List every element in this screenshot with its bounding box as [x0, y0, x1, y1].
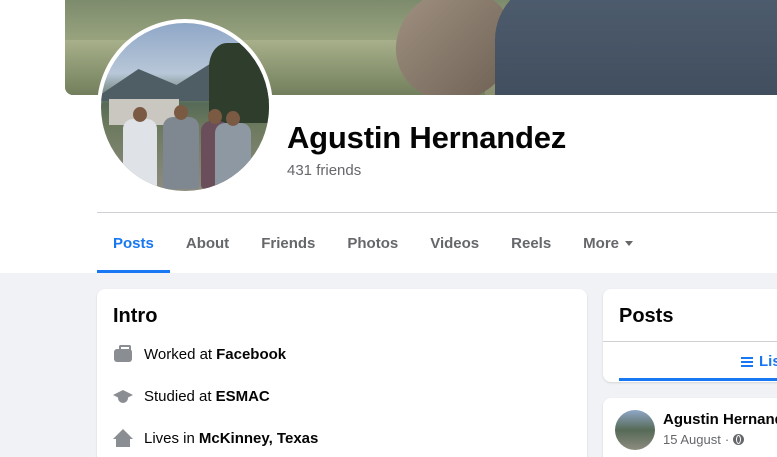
intro-work: Worked at Facebook	[113, 343, 286, 365]
intro-card: Intro Worked at Facebook Studied at ESMA…	[97, 289, 587, 457]
list-icon	[741, 356, 753, 367]
graduation-cap-icon	[113, 386, 133, 406]
profile-picture[interactable]	[97, 19, 273, 195]
location-link[interactable]: McKinney, Texas	[199, 430, 319, 447]
tab-reels[interactable]: Reels	[495, 213, 567, 273]
post-meta: 15 August ·	[663, 432, 745, 447]
work-link[interactable]: Facebook	[216, 346, 286, 363]
intro-location: Lives in McKinney, Texas	[113, 427, 318, 449]
tab-photos[interactable]: Photos	[331, 213, 414, 273]
tab-videos[interactable]: Videos	[414, 213, 495, 273]
briefcase-icon	[113, 344, 133, 364]
profile-name: Agustin Hernandez	[287, 120, 567, 155]
profile-tabs: Posts About Friends Photos Videos Reels …	[97, 213, 649, 273]
intro-title: Intro	[113, 305, 158, 327]
friends-count[interactable]: 431 friends	[287, 162, 361, 179]
home-icon	[113, 428, 133, 448]
school-link[interactable]: ESMAC	[216, 388, 270, 405]
tab-more[interactable]: More	[567, 213, 649, 273]
post-date[interactable]: 15 August	[663, 432, 721, 447]
post-author-avatar[interactable]	[615, 410, 655, 450]
intro-education: Studied at ESMAC	[113, 385, 270, 407]
post-author-name[interactable]: Agustin Hernand	[663, 411, 777, 428]
tab-posts[interactable]: Posts	[97, 213, 170, 273]
caret-down-icon	[625, 240, 634, 246]
tab-friends[interactable]: Friends	[245, 213, 331, 273]
active-view-indicator	[619, 378, 777, 381]
post-card: Agustin Hernand 15 August ·	[603, 398, 777, 457]
profile-header: Agustin Hernandez 431 friends Posts Abou…	[0, 0, 777, 273]
posts-card: Posts List vie	[603, 289, 777, 382]
post-meta-separator: ·	[724, 432, 730, 447]
list-view-button[interactable]: List vie	[741, 353, 777, 370]
posts-divider	[603, 341, 777, 342]
posts-title: Posts	[619, 305, 674, 327]
globe-icon	[733, 434, 745, 445]
tab-about[interactable]: About	[170, 213, 245, 273]
